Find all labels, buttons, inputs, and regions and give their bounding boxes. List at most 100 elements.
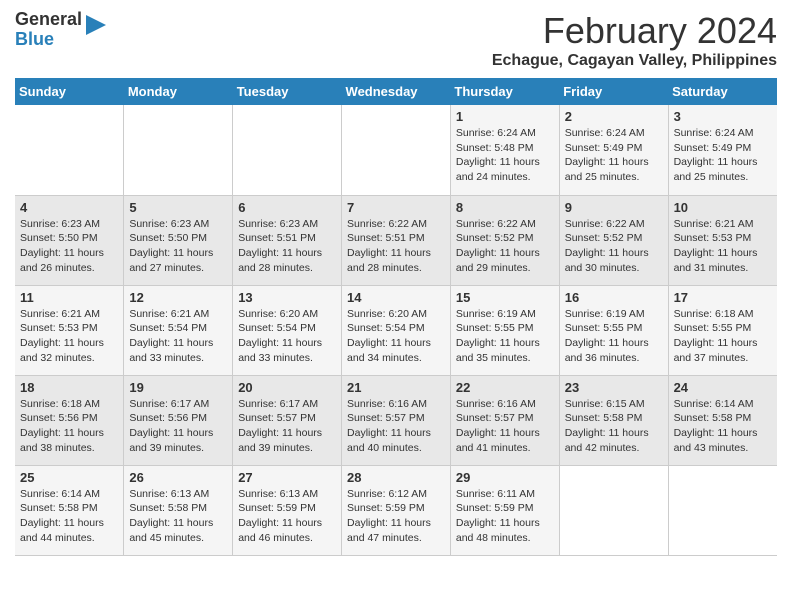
day-info: Sunrise: 6:23 AM Sunset: 5:50 PM Dayligh…: [20, 217, 118, 276]
calendar-cell: 12 Sunrise: 6:21 AM Sunset: 5:54 PM Dayli…: [124, 285, 233, 375]
calendar-cell: [233, 105, 342, 195]
day-number: 13: [238, 290, 336, 305]
day-info: Sunrise: 6:23 AM Sunset: 5:50 PM Dayligh…: [129, 217, 227, 276]
calendar-week-row: 25Sunrise: 6:14 AM Sunset: 5:58 PM Dayli…: [15, 465, 777, 555]
day-number: 17: [674, 290, 772, 305]
day-info: Sunrise: 6:17 AM Sunset: 5:56 PM Dayligh…: [129, 397, 227, 456]
calendar-cell: 23 Sunrise: 6:15 AM Sunset: 5:58 PM Dayli…: [559, 375, 668, 465]
calendar-day-header: Thursday: [450, 78, 559, 105]
calendar-cell: 21 Sunrise: 6:16 AM Sunset: 5:57 PM Dayli…: [342, 375, 451, 465]
day-info: Sunrise: 6:20 AM Sunset: 5:54 PM Dayligh…: [238, 307, 336, 366]
main-title: February 2024: [492, 10, 777, 52]
day-number: 9: [565, 200, 663, 215]
day-info: Sunrise: 6:17 AM Sunset: 5:57 PM Dayligh…: [238, 397, 336, 456]
day-info: Sunrise: 6:21 AM Sunset: 5:53 PM Dayligh…: [20, 307, 118, 366]
day-number: 12: [129, 290, 227, 305]
calendar-table: SundayMondayTuesdayWednesdayThursdayFrid…: [15, 78, 777, 556]
day-number: 4: [20, 200, 118, 215]
calendar-week-row: 1 Sunrise: 6:24 AM Sunset: 5:48 PM Daylig…: [15, 105, 777, 195]
day-number: 28: [347, 470, 445, 485]
calendar-cell: 4 Sunrise: 6:23 AM Sunset: 5:50 PM Daylig…: [15, 195, 124, 285]
calendar-cell: 13 Sunrise: 6:20 AM Sunset: 5:54 PM Dayli…: [233, 285, 342, 375]
day-info: Sunrise: 6:22 AM Sunset: 5:51 PM Dayligh…: [347, 217, 445, 276]
calendar-cell: 2 Sunrise: 6:24 AM Sunset: 5:49 PM Daylig…: [559, 105, 668, 195]
calendar-cell: 22 Sunrise: 6:16 AM Sunset: 5:57 PM Dayli…: [450, 375, 559, 465]
day-info: Sunrise: 6:16 AM Sunset: 5:57 PM Dayligh…: [456, 397, 554, 456]
day-info: Sunrise: 6:19 AM Sunset: 5:55 PM Dayligh…: [565, 307, 663, 366]
day-number: 16: [565, 290, 663, 305]
calendar-day-header: Sunday: [15, 78, 124, 105]
day-number: 19: [129, 380, 227, 395]
day-info: Sunrise: 6:21 AM Sunset: 5:54 PM Dayligh…: [129, 307, 227, 366]
day-info: Sunrise: 6:16 AM Sunset: 5:57 PM Dayligh…: [347, 397, 445, 456]
day-number: 10: [674, 200, 772, 215]
day-number: 24: [674, 380, 772, 395]
day-info: Sunrise: 6:14 AM Sunset: 5:58 PM Dayligh…: [674, 397, 772, 456]
day-info: Sunrise: 6:23 AM Sunset: 5:51 PM Dayligh…: [238, 217, 336, 276]
calendar-week-row: 4 Sunrise: 6:23 AM Sunset: 5:50 PM Daylig…: [15, 195, 777, 285]
calendar-day-header: Saturday: [668, 78, 777, 105]
day-info: Sunrise: 6:18 AM Sunset: 5:56 PM Dayligh…: [20, 397, 118, 456]
calendar-cell: 16 Sunrise: 6:19 AM Sunset: 5:55 PM Dayli…: [559, 285, 668, 375]
calendar-day-header: Tuesday: [233, 78, 342, 105]
day-info: Sunrise: 6:20 AM Sunset: 5:54 PM Dayligh…: [347, 307, 445, 366]
day-info: Sunrise: 6:24 AM Sunset: 5:48 PM Dayligh…: [456, 126, 554, 185]
calendar-cell: 29 Sunrise: 6:11 AM Sunset: 5:59 PM Dayli…: [450, 465, 559, 555]
calendar-cell: [668, 465, 777, 555]
calendar-cell: 24 Sunrise: 6:14 AM Sunset: 5:58 PM Dayli…: [668, 375, 777, 465]
day-info: Sunrise: 6:18 AM Sunset: 5:55 PM Dayligh…: [674, 307, 772, 366]
logo-text: GeneralBlue: [15, 10, 82, 50]
day-number: 20: [238, 380, 336, 395]
calendar-week-row: 18 Sunrise: 6:18 AM Sunset: 5:56 PM Dayli…: [15, 375, 777, 465]
calendar-header: SundayMondayTuesdayWednesdayThursdayFrid…: [15, 78, 777, 105]
calendar-cell: [15, 105, 124, 195]
page-header: GeneralBlue February 2024 Echague, Cagay…: [15, 10, 777, 70]
day-info: Sunrise: 6:19 AM Sunset: 5:55 PM Dayligh…: [456, 307, 554, 366]
calendar-cell: 18 Sunrise: 6:18 AM Sunset: 5:56 PM Dayli…: [15, 375, 124, 465]
day-number: 1: [456, 109, 554, 124]
calendar-cell: 26 Sunrise: 6:13 AM Sunset: 5:58 PM Dayli…: [124, 465, 233, 555]
day-number: 29: [456, 470, 554, 485]
calendar-cell: 15Sunrise: 6:19 AM Sunset: 5:55 PM Dayli…: [450, 285, 559, 375]
day-info: Sunrise: 6:22 AM Sunset: 5:52 PM Dayligh…: [456, 217, 554, 276]
title-block: February 2024 Echague, Cagayan Valley, P…: [492, 10, 777, 70]
calendar-day-header: Wednesday: [342, 78, 451, 105]
day-number: 22: [456, 380, 554, 395]
day-number: 21: [347, 380, 445, 395]
calendar-cell: 6 Sunrise: 6:23 AM Sunset: 5:51 PM Daylig…: [233, 195, 342, 285]
day-number: 2: [565, 109, 663, 124]
calendar-cell: 25Sunrise: 6:14 AM Sunset: 5:58 PM Dayli…: [15, 465, 124, 555]
subtitle: Echague, Cagayan Valley, Philippines: [492, 52, 777, 70]
calendar-cell: 19 Sunrise: 6:17 AM Sunset: 5:56 PM Dayli…: [124, 375, 233, 465]
calendar-day-header: Friday: [559, 78, 668, 105]
day-number: 23: [565, 380, 663, 395]
calendar-cell: 8 Sunrise: 6:22 AM Sunset: 5:52 PM Daylig…: [450, 195, 559, 285]
day-info: Sunrise: 6:13 AM Sunset: 5:59 PM Dayligh…: [238, 487, 336, 546]
calendar-cell: 5Sunrise: 6:23 AM Sunset: 5:50 PM Daylig…: [124, 195, 233, 285]
day-info: Sunrise: 6:24 AM Sunset: 5:49 PM Dayligh…: [674, 126, 772, 185]
day-info: Sunrise: 6:13 AM Sunset: 5:58 PM Dayligh…: [129, 487, 227, 546]
day-number: 8: [456, 200, 554, 215]
calendar-cell: 9Sunrise: 6:22 AM Sunset: 5:52 PM Daylig…: [559, 195, 668, 285]
calendar-cell: 11Sunrise: 6:21 AM Sunset: 5:53 PM Dayli…: [15, 285, 124, 375]
calendar-cell: 17 Sunrise: 6:18 AM Sunset: 5:55 PM Dayli…: [668, 285, 777, 375]
calendar-cell: [342, 105, 451, 195]
day-info: Sunrise: 6:12 AM Sunset: 5:59 PM Dayligh…: [347, 487, 445, 546]
logo-triangle-icon: [86, 15, 106, 45]
day-info: Sunrise: 6:14 AM Sunset: 5:58 PM Dayligh…: [20, 487, 118, 546]
calendar-cell: 14 Sunrise: 6:20 AM Sunset: 5:54 PM Dayli…: [342, 285, 451, 375]
day-number: 18: [20, 380, 118, 395]
day-info: Sunrise: 6:11 AM Sunset: 5:59 PM Dayligh…: [456, 487, 554, 546]
day-info: Sunrise: 6:24 AM Sunset: 5:49 PM Dayligh…: [565, 126, 663, 185]
calendar-cell: [124, 105, 233, 195]
day-info: Sunrise: 6:21 AM Sunset: 5:53 PM Dayligh…: [674, 217, 772, 276]
day-info: Sunrise: 6:15 AM Sunset: 5:58 PM Dayligh…: [565, 397, 663, 456]
day-number: 26: [129, 470, 227, 485]
calendar-cell: [559, 465, 668, 555]
day-number: 14: [347, 290, 445, 305]
calendar-cell: 28 Sunrise: 6:12 AM Sunset: 5:59 PM Dayli…: [342, 465, 451, 555]
calendar-cell: 10 Sunrise: 6:21 AM Sunset: 5:53 PM Dayli…: [668, 195, 777, 285]
day-number: 6: [238, 200, 336, 215]
day-number: 27: [238, 470, 336, 485]
calendar-cell: 27 Sunrise: 6:13 AM Sunset: 5:59 PM Dayli…: [233, 465, 342, 555]
